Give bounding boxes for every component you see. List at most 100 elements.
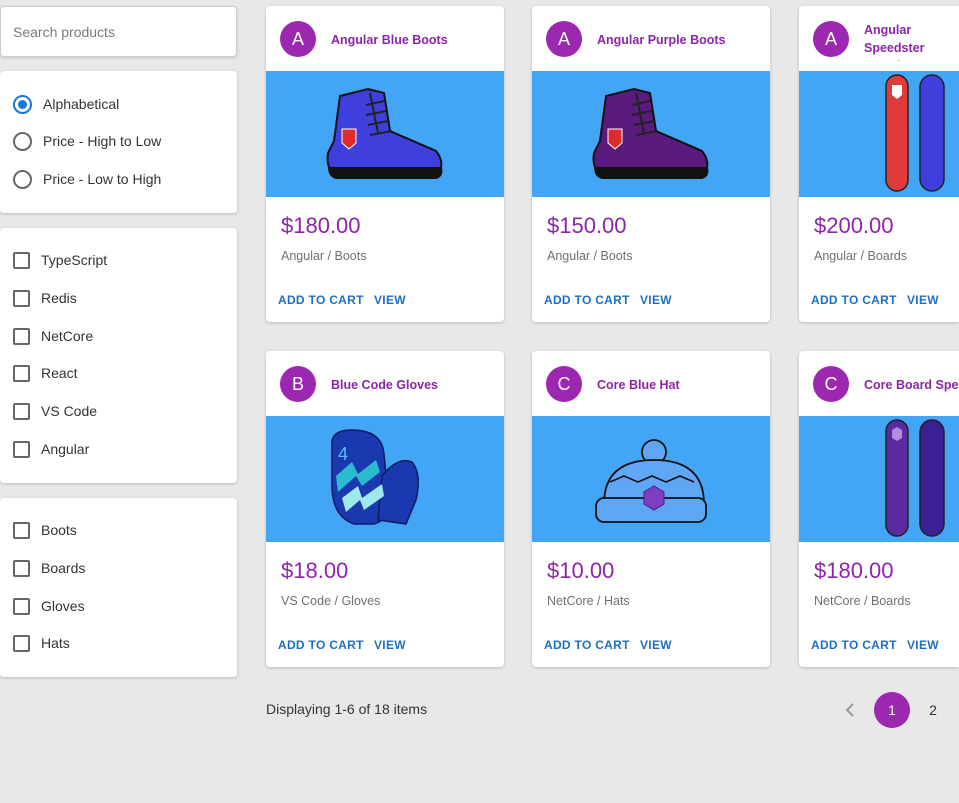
product-brand-type: Angular / Boots: [547, 249, 633, 263]
checkbox-icon[interactable]: [13, 327, 30, 345]
checkbox-icon[interactable]: [13, 634, 30, 652]
type-option-gloves[interactable]: Gloves: [13, 595, 85, 617]
product-brand-type: VS Code / Gloves: [281, 594, 381, 608]
add-to-cart-button[interactable]: ADD TO CART: [811, 293, 897, 307]
search-box: [0, 6, 237, 57]
product-brand-type: Angular / Boots: [281, 249, 367, 263]
product-image: [799, 71, 959, 197]
brand-option-label: Angular: [41, 441, 90, 457]
sort-option-label: Price - Low to High: [43, 171, 162, 187]
product-card: A Angular Purple Boots $150.00 Angular /…: [532, 6, 770, 322]
brand-option-typescript[interactable]: TypeScript: [13, 249, 107, 271]
type-option-label: Gloves: [41, 598, 85, 614]
sort-option-alphabetical[interactable]: Alphabetical: [13, 93, 119, 115]
page-button-2[interactable]: 2: [915, 692, 951, 728]
radio-selected-icon[interactable]: [13, 94, 32, 114]
boot-icon: [326, 87, 443, 179]
product-image: [532, 71, 770, 197]
brand-option-label: React: [41, 365, 78, 381]
brand-option-netcore[interactable]: NetCore: [13, 325, 93, 347]
brand-option-label: TypeScript: [41, 252, 108, 268]
product-title: Blue Code Gloves: [331, 378, 438, 392]
product-brand-type: NetCore / Hats: [547, 594, 630, 608]
checkbox-icon[interactable]: [13, 559, 30, 577]
checkbox-icon[interactable]: [13, 364, 30, 382]
view-button[interactable]: VIEW: [907, 638, 939, 652]
checkbox-icon[interactable]: [13, 251, 30, 269]
avatar: A: [546, 21, 582, 57]
mitten-icon: 4: [331, 429, 419, 525]
boot-icon: [592, 87, 709, 179]
checkbox-icon[interactable]: [13, 402, 30, 420]
brand-option-label: VS Code: [41, 403, 98, 419]
product-image: [799, 416, 959, 542]
product-image: [266, 71, 504, 197]
type-option-label: Boots: [41, 522, 77, 538]
brand-option-vscode[interactable]: VS Code: [13, 400, 97, 422]
checkbox-icon[interactable]: [13, 440, 30, 458]
radio-icon[interactable]: [13, 131, 32, 151]
previous-page-button[interactable]: [840, 696, 860, 724]
checkbox-icon[interactable]: [13, 597, 30, 615]
avatar: C: [813, 366, 849, 402]
type-option-boots[interactable]: Boots: [13, 519, 77, 541]
product-price: $200.00: [814, 213, 894, 238]
svg-text:4: 4: [338, 444, 348, 464]
brand-option-redis[interactable]: Redis: [13, 287, 77, 309]
view-button[interactable]: VIEW: [640, 638, 672, 652]
product-card: B Blue Code Gloves 4 $18.00 VS Code / Gl…: [266, 351, 504, 667]
product-brand-type: Angular / Boards: [814, 249, 908, 263]
page-button-1[interactable]: 1: [874, 692, 910, 728]
chevron-left-icon: [845, 703, 854, 717]
sort-option-label: Alphabetical: [43, 96, 120, 112]
add-to-cart-button[interactable]: ADD TO CART: [278, 638, 364, 652]
sort-option-price-high-low[interactable]: Price - High to Low: [13, 130, 161, 152]
avatar: A: [280, 21, 316, 57]
brand-option-label: NetCore: [41, 328, 94, 344]
product-card: A Angular Speedster Board 2000 $200.00 A…: [799, 6, 959, 322]
avatar: A: [813, 21, 849, 57]
product-image: [532, 416, 770, 542]
view-button[interactable]: VIEW: [907, 293, 939, 307]
avatar: C: [546, 366, 582, 402]
product-title: Angular Speedster Board 2000: [864, 23, 931, 61]
brand-option-label: Redis: [41, 290, 77, 306]
type-option-boards[interactable]: Boards: [13, 557, 85, 579]
checkbox-icon[interactable]: [13, 289, 30, 307]
product-title: Core Board Speed Rush 3: [864, 378, 959, 392]
beanie-icon: [595, 439, 707, 523]
product-price: $150.00: [547, 213, 627, 238]
add-to-cart-button[interactable]: ADD TO CART: [544, 638, 630, 652]
type-option-hats[interactable]: Hats: [13, 632, 70, 654]
product-image: 4: [266, 416, 504, 542]
avatar: B: [280, 366, 316, 402]
product-price: $180.00: [281, 213, 361, 238]
add-to-cart-button[interactable]: ADD TO CART: [811, 638, 897, 652]
brand-option-angular[interactable]: Angular: [13, 438, 89, 460]
product-price: $10.00: [547, 558, 615, 583]
product-price: $18.00: [281, 558, 349, 583]
sort-option-price-low-high[interactable]: Price - Low to High: [13, 168, 161, 190]
view-button[interactable]: VIEW: [374, 293, 406, 307]
snowboard-icon: [885, 419, 945, 537]
sort-panel: Alphabetical Price - High to Low Price -…: [0, 71, 237, 213]
product-price: $180.00: [814, 558, 894, 583]
add-to-cart-button[interactable]: ADD TO CART: [278, 293, 364, 307]
checkbox-icon[interactable]: [13, 521, 30, 539]
view-button[interactable]: VIEW: [640, 293, 672, 307]
product-card: A Angular Blue Boots $180.00 Angular / B…: [266, 6, 504, 322]
product-card: C Core Blue Hat $10.00 NetCore / Hats AD…: [532, 351, 770, 667]
view-button[interactable]: VIEW: [374, 638, 406, 652]
product-title: Angular Blue Boots: [331, 33, 448, 47]
add-to-cart-button[interactable]: ADD TO CART: [544, 293, 630, 307]
product-title: Core Blue Hat: [597, 378, 680, 392]
snowboard-icon: [885, 74, 945, 192]
items-summary: Displaying 1-6 of 18 items: [266, 701, 428, 717]
search-input[interactable]: [1, 7, 236, 56]
product-title: Angular Purple Boots: [597, 33, 726, 47]
type-option-label: Hats: [41, 635, 70, 651]
radio-icon[interactable]: [13, 169, 32, 189]
product-brand-type: NetCore / Boards: [814, 594, 911, 608]
sort-option-label: Price - High to Low: [43, 133, 162, 149]
brand-option-react[interactable]: React: [13, 362, 78, 384]
